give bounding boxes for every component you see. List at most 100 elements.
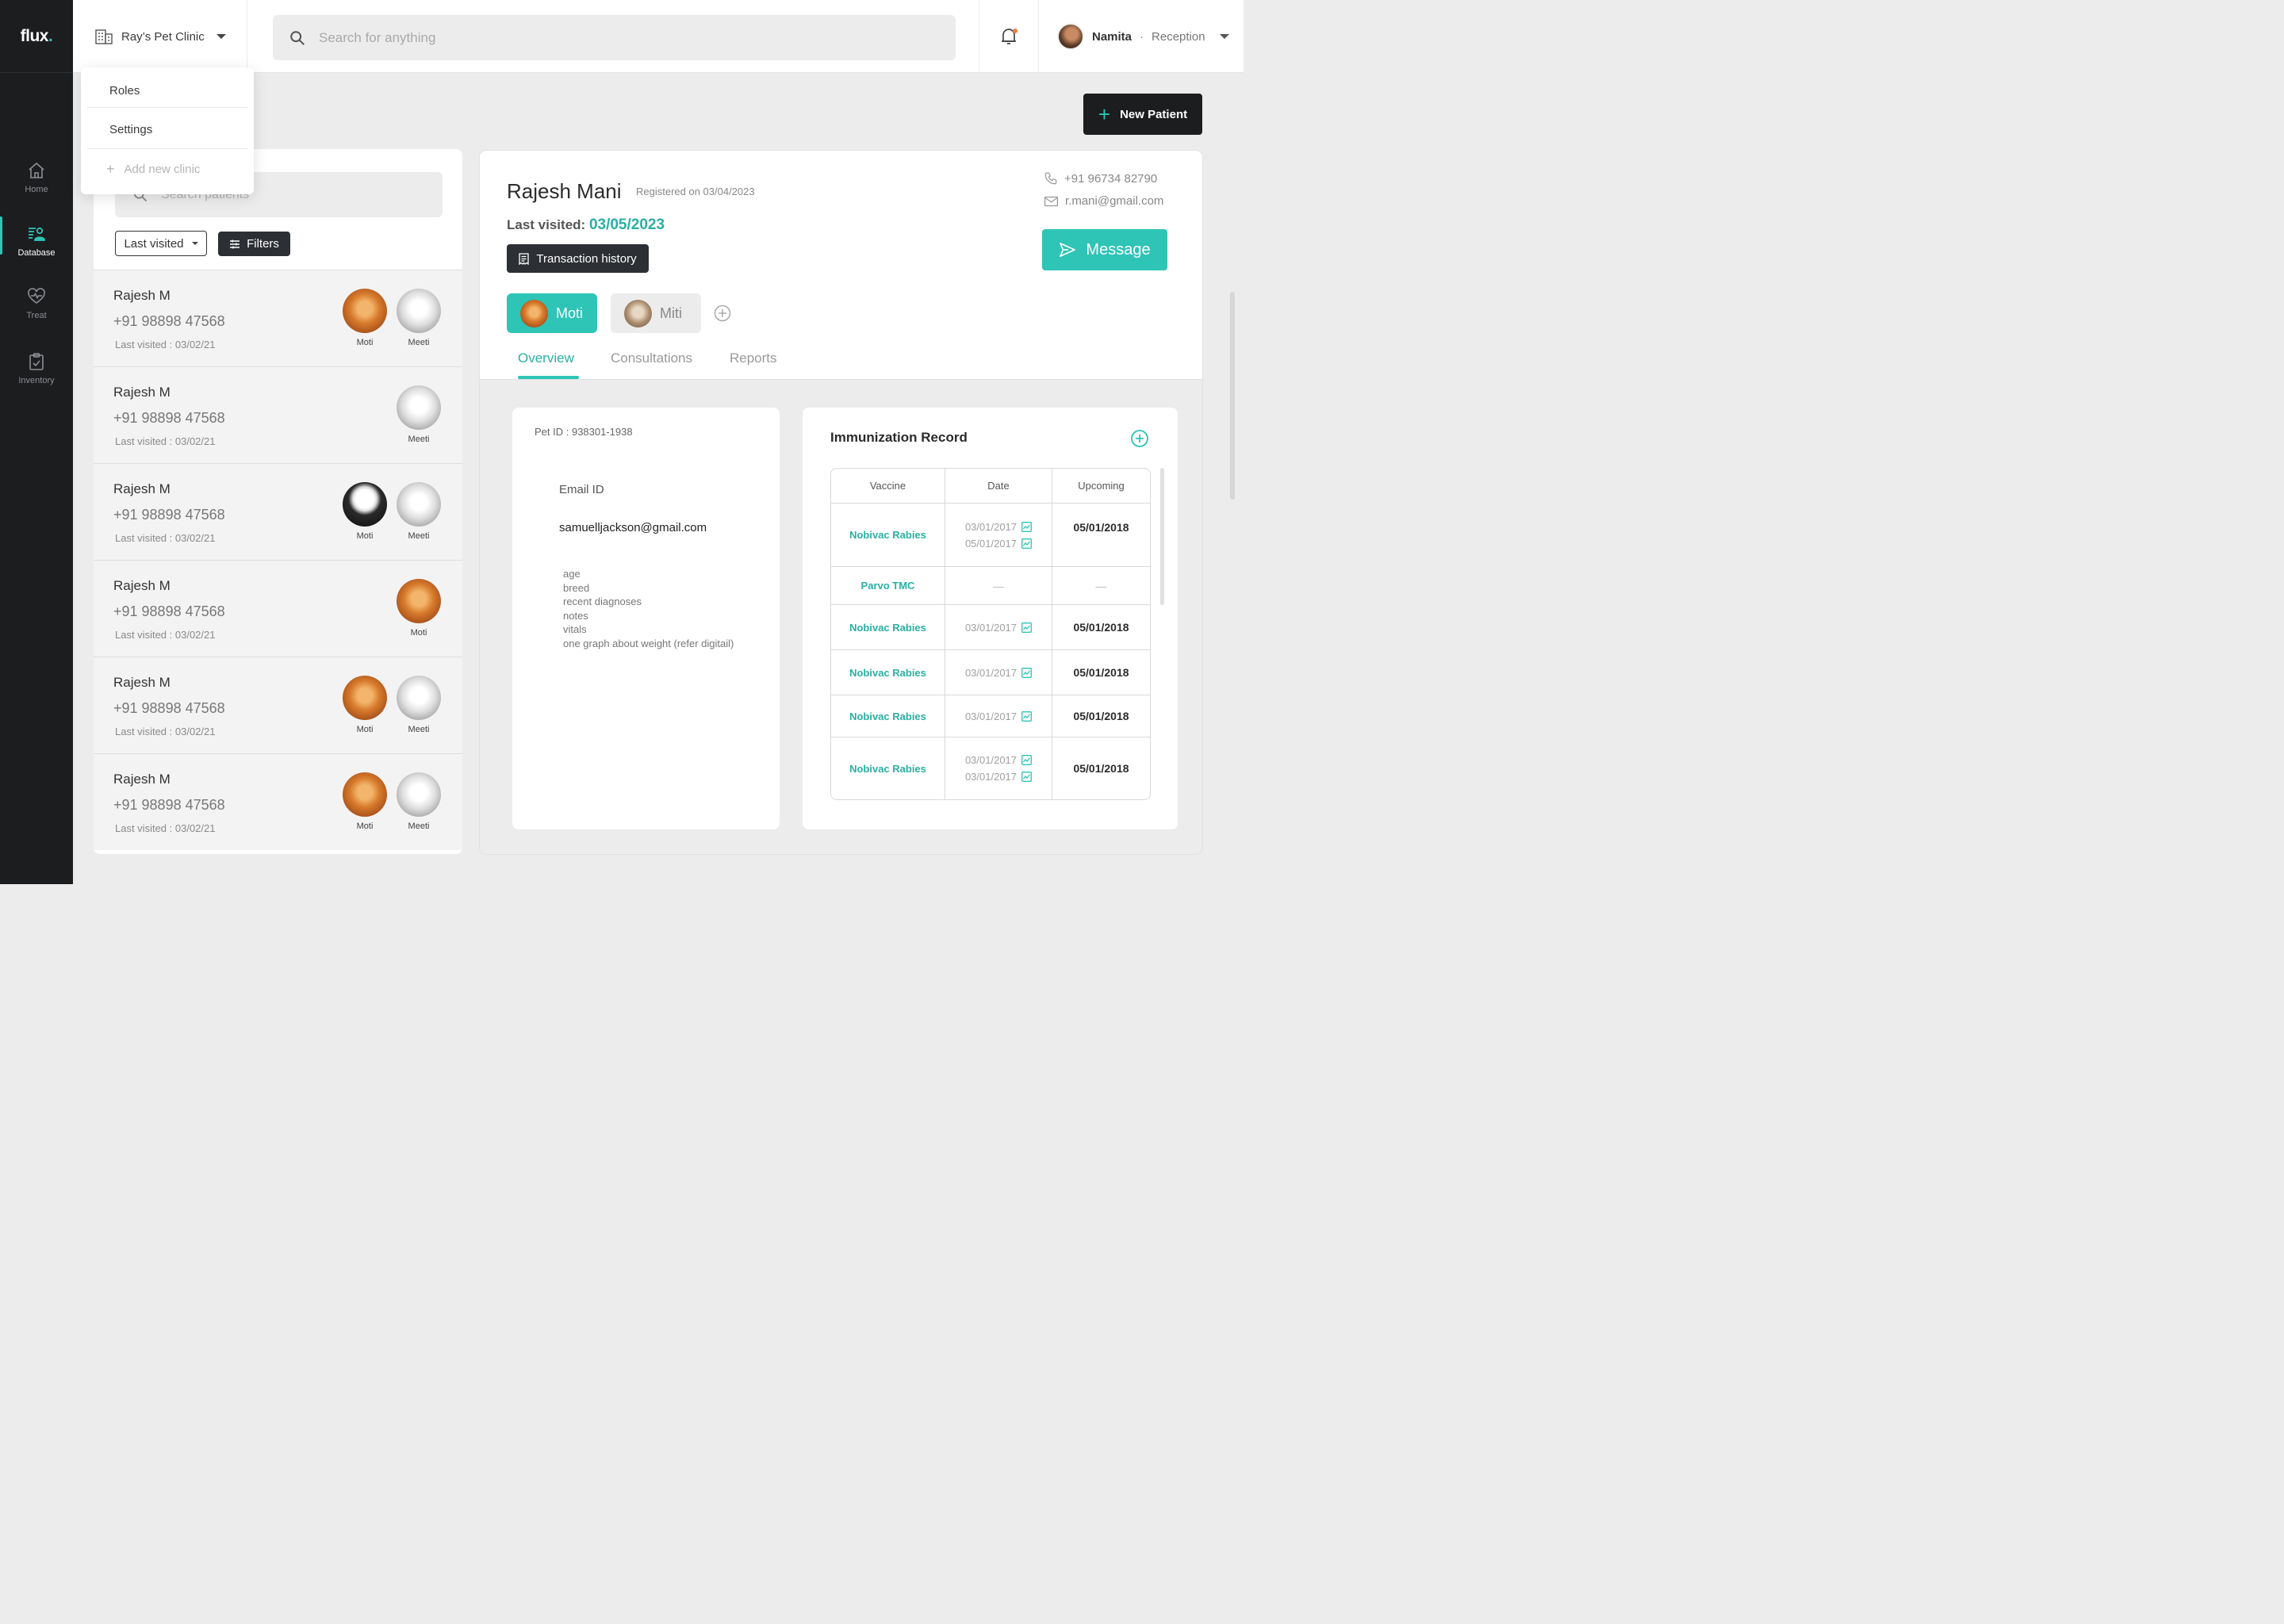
message-button[interactable]: Message — [1042, 229, 1167, 270]
nav-label-database: Database — [17, 248, 56, 258]
menu-item-settings[interactable]: Settings — [81, 109, 254, 149]
immunization-scrollbar[interactable] — [1160, 468, 1164, 605]
pet-id: Pet ID : 938301-1938 — [535, 426, 633, 438]
nav-label-home: Home — [25, 185, 48, 194]
tab-overview[interactable]: Overview — [518, 350, 574, 366]
filters-button[interactable]: Filters — [218, 232, 290, 256]
pet-avatar[interactable]: Moti — [343, 772, 387, 831]
pet-avatar[interactable]: Moti — [343, 676, 387, 734]
user-menu[interactable]: Namita · Reception — [1057, 22, 1229, 51]
patient-phone: +91 98898 47568 — [113, 507, 225, 523]
pet-avatar[interactable]: Moti — [397, 579, 441, 638]
upcoming-date: 05/01/2018 — [1073, 710, 1129, 722]
pet-name: Meeti — [408, 822, 430, 831]
menu-item-roles[interactable]: Roles — [81, 71, 254, 110]
patient-last-visited: Last visited : 03/02/21 — [115, 339, 216, 350]
empty-dash: — — [1095, 579, 1107, 592]
patient-row[interactable]: Rajesh M +91 98898 47568 Last visited : … — [94, 463, 462, 560]
date-text: 05/01/2017 — [964, 537, 1017, 550]
add-immunization-icon[interactable] — [1130, 429, 1149, 448]
vaccine-name[interactable]: Nobivac Rabies — [849, 622, 926, 634]
tab-reports[interactable]: Reports — [730, 350, 777, 366]
app-logo[interactable]: flux. — [0, 0, 73, 73]
pet-avatar[interactable]: Meeti — [397, 772, 441, 831]
upcoming-date: 05/01/2018 — [1073, 666, 1129, 679]
patient-phone: +91 98898 47568 — [113, 797, 225, 813]
patient-row[interactable]: Rajesh M +91 98898 47568 Last visited : … — [94, 560, 462, 657]
nav-item-home[interactable]: Home — [0, 161, 73, 194]
pet-name: Moti — [356, 725, 374, 734]
global-search[interactable] — [273, 15, 956, 60]
pet-photo — [624, 299, 652, 327]
patient-name: Rajesh M — [113, 675, 171, 690]
table-row[interactable]: Nobivac Rabies 03/01/2017 03/01/2017 05/… — [831, 737, 1150, 799]
pet-tab-label: Miti — [660, 304, 682, 321]
chart-icon[interactable] — [1021, 538, 1032, 549]
pet-tab-miti[interactable]: Miti — [611, 293, 701, 333]
patient-row[interactable]: Rajesh M +91 98898 47568 Last visited : … — [94, 270, 462, 366]
nav-item-inventory[interactable]: Inventory — [0, 352, 73, 385]
nav-label-inventory: Inventory — [18, 376, 55, 385]
pet-avatar[interactable]: Moti — [343, 289, 387, 347]
nav-item-treat[interactable]: Treat — [0, 287, 73, 320]
message-label: Message — [1086, 240, 1151, 259]
pet-name: Meeti — [408, 338, 430, 347]
patient-last-visited: Last visited : 03/02/21 — [115, 726, 216, 737]
new-patient-button[interactable]: + New Patient — [1083, 94, 1202, 135]
add-pet-icon[interactable] — [714, 304, 731, 322]
patient-phone-contact[interactable]: +91 96734 82790 — [1044, 171, 1157, 186]
nav-item-database[interactable]: Database — [0, 216, 73, 258]
chart-icon[interactable] — [1021, 710, 1032, 722]
column-header-date: Date — [945, 469, 1052, 503]
transaction-history-button[interactable]: Transaction history — [507, 244, 649, 273]
vaccine-name[interactable]: Parvo TMC — [861, 580, 915, 592]
search-icon — [290, 30, 305, 45]
chart-icon[interactable] — [1021, 622, 1032, 633]
patient-row[interactable]: Rajesh M +91 98898 47568 Last visited : … — [94, 753, 462, 850]
pet-avatar[interactable]: Meeti — [397, 482, 441, 541]
table-row[interactable]: Nobivac Rabies 03/01/2017 05/01/2018 — [831, 649, 1150, 695]
page-scrollbar[interactable] — [1230, 292, 1235, 500]
notifications-button[interactable] — [979, 0, 1039, 73]
patient-row[interactable]: Rajesh M +91 98898 47568 Last visited : … — [94, 657, 462, 753]
pet-avatar[interactable]: Meeti — [397, 289, 441, 347]
patient-row[interactable]: Rajesh M +91 98898 47568 Last visited : … — [94, 366, 462, 463]
pet-photo — [343, 482, 387, 527]
patient-email-contact[interactable]: r.mani@gmail.com — [1044, 194, 1163, 208]
vaccine-name[interactable]: Nobivac Rabies — [849, 763, 926, 775]
vaccine-date: 03/01/2017 — [965, 622, 1032, 634]
registered-date: Registered on 03/04/2023 — [636, 186, 755, 197]
logo-dot: . — [48, 26, 53, 45]
pet-avatar[interactable]: Moti — [343, 482, 387, 541]
upcoming-date: 05/01/2018 — [1073, 762, 1129, 775]
vaccine-name[interactable]: Nobivac Rabies — [849, 529, 926, 541]
chart-icon[interactable] — [1021, 755, 1032, 765]
chart-icon[interactable] — [1021, 667, 1032, 678]
send-icon — [1060, 243, 1076, 257]
table-row[interactable]: Nobivac Rabies 03/01/2017 05/01/2017 05/… — [831, 503, 1150, 566]
table-header-row: Vaccine Date Upcoming — [831, 469, 1150, 503]
menu-item-add-clinic[interactable]: + Add new clinic — [81, 149, 254, 189]
vaccine-name[interactable]: Nobivac Rabies — [849, 667, 926, 679]
tab-consultations[interactable]: Consultations — [611, 350, 692, 366]
pet-avatar[interactable]: Meeti — [397, 676, 441, 734]
pet-avatar[interactable]: Meeti — [397, 385, 441, 444]
immunization-table: Vaccine Date Upcoming Nobivac Rabies 03/… — [830, 468, 1151, 800]
chart-icon[interactable] — [1021, 521, 1032, 532]
vaccine-name[interactable]: Nobivac Rabies — [849, 710, 926, 722]
heart-pulse-icon — [28, 288, 45, 304]
sort-dropdown[interactable]: Last visited — [115, 231, 207, 256]
vaccine-date: 03/01/2017 — [965, 754, 1032, 766]
global-search-input[interactable] — [319, 29, 922, 46]
pet-photo — [343, 772, 387, 817]
chart-icon[interactable] — [1021, 772, 1032, 782]
pet-tab-moti[interactable]: Moti — [507, 293, 597, 333]
pet-name: Moti — [356, 338, 374, 347]
user-avatar — [1057, 23, 1084, 50]
menu-item-label: Settings — [109, 122, 153, 136]
user-name: Namita — [1092, 29, 1132, 44]
clinic-switcher[interactable]: Ray’s Pet Clinic — [73, 0, 247, 73]
table-row[interactable]: Parvo TMC — — — [831, 566, 1150, 604]
table-row[interactable]: Nobivac Rabies 03/01/2017 05/01/2018 — [831, 604, 1150, 649]
table-row[interactable]: Nobivac Rabies 03/01/2017 05/01/2018 — [831, 695, 1150, 737]
